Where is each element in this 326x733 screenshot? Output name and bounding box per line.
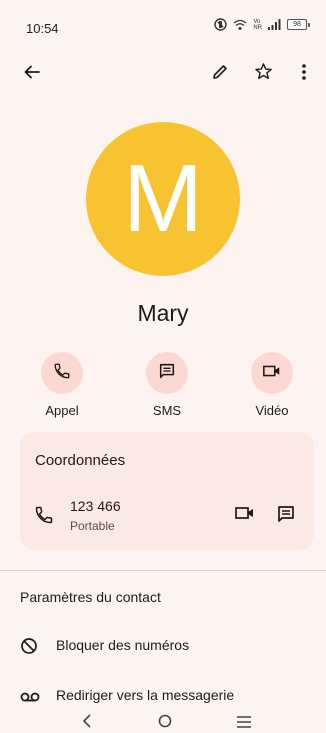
video-icon <box>234 507 256 525</box>
call-button[interactable] <box>41 352 83 394</box>
block-numbers-label: Bloquer des numéros <box>56 637 190 653</box>
block-icon <box>20 637 38 660</box>
contact-avatar: M <box>86 122 240 276</box>
contact-details-card: Coordonnées 123 466 Portable <box>20 432 314 550</box>
video-icon <box>262 363 282 384</box>
call-action[interactable]: Appel <box>22 352 102 418</box>
navigation-bar <box>0 712 326 729</box>
nav-menu-button[interactable] <box>236 714 252 733</box>
menu-icon <box>236 715 252 732</box>
nav-back-button[interactable] <box>82 714 92 733</box>
video-call-button[interactable] <box>234 505 256 526</box>
do-not-disturb-icon <box>214 18 228 31</box>
status-icons: Vo NR 98 <box>214 18 310 31</box>
battery-icon: 98 <box>287 19 310 30</box>
video-label: Vidéo <box>255 403 289 418</box>
divider <box>0 570 326 571</box>
contact-name: Mary <box>137 300 189 326</box>
phone-icon <box>53 362 71 385</box>
signal-icon <box>268 19 281 30</box>
phone-row[interactable]: 123 466 Portable <box>20 492 314 536</box>
nav-home-button[interactable] <box>158 714 172 733</box>
wifi-icon <box>233 19 247 31</box>
send-message-button[interactable] <box>276 504 296 529</box>
sms-button[interactable] <box>146 352 188 394</box>
back-button[interactable] <box>14 56 50 92</box>
card-title: Coordonnées <box>35 452 126 469</box>
message-icon <box>276 506 296 528</box>
sms-action[interactable]: SMS <box>127 352 207 418</box>
settings-section-title: Paramètres du contact <box>20 589 161 605</box>
circle-home-icon <box>158 714 172 732</box>
pencil-icon <box>211 63 229 86</box>
toolbar <box>0 56 326 92</box>
call-label: Appel <box>45 403 79 418</box>
sms-label: SMS <box>152 403 182 418</box>
star-outline-icon <box>254 62 273 86</box>
arrow-back-icon <box>23 63 41 86</box>
phone-number: 123 466 <box>70 498 121 514</box>
quick-actions: Appel SMS Vidéo <box>0 352 326 422</box>
voicemail-icon <box>20 690 40 708</box>
volte-label: Vo NR <box>253 18 262 31</box>
message-icon <box>158 362 176 385</box>
block-numbers-item[interactable]: Bloquer des numéros <box>0 628 326 664</box>
avatar-initial: M <box>123 145 203 252</box>
status-bar: 10:54 Vo NR 98 <box>0 0 326 56</box>
phone-type: Portable <box>70 519 115 533</box>
voicemail-redirect-item[interactable]: Rediriger vers la messagerie <box>0 678 326 714</box>
chevron-left-icon <box>82 714 92 732</box>
phone-icon <box>34 505 54 530</box>
voicemail-redirect-label: Rediriger vers la messagerie <box>56 687 235 703</box>
status-time: 10:54 <box>26 21 59 36</box>
video-button[interactable] <box>251 352 293 394</box>
favorite-button[interactable] <box>245 56 281 92</box>
edit-button[interactable] <box>202 56 238 92</box>
more-options-button[interactable] <box>286 56 322 92</box>
more-vert-icon <box>301 63 307 86</box>
video-action[interactable]: Vidéo <box>232 352 312 418</box>
